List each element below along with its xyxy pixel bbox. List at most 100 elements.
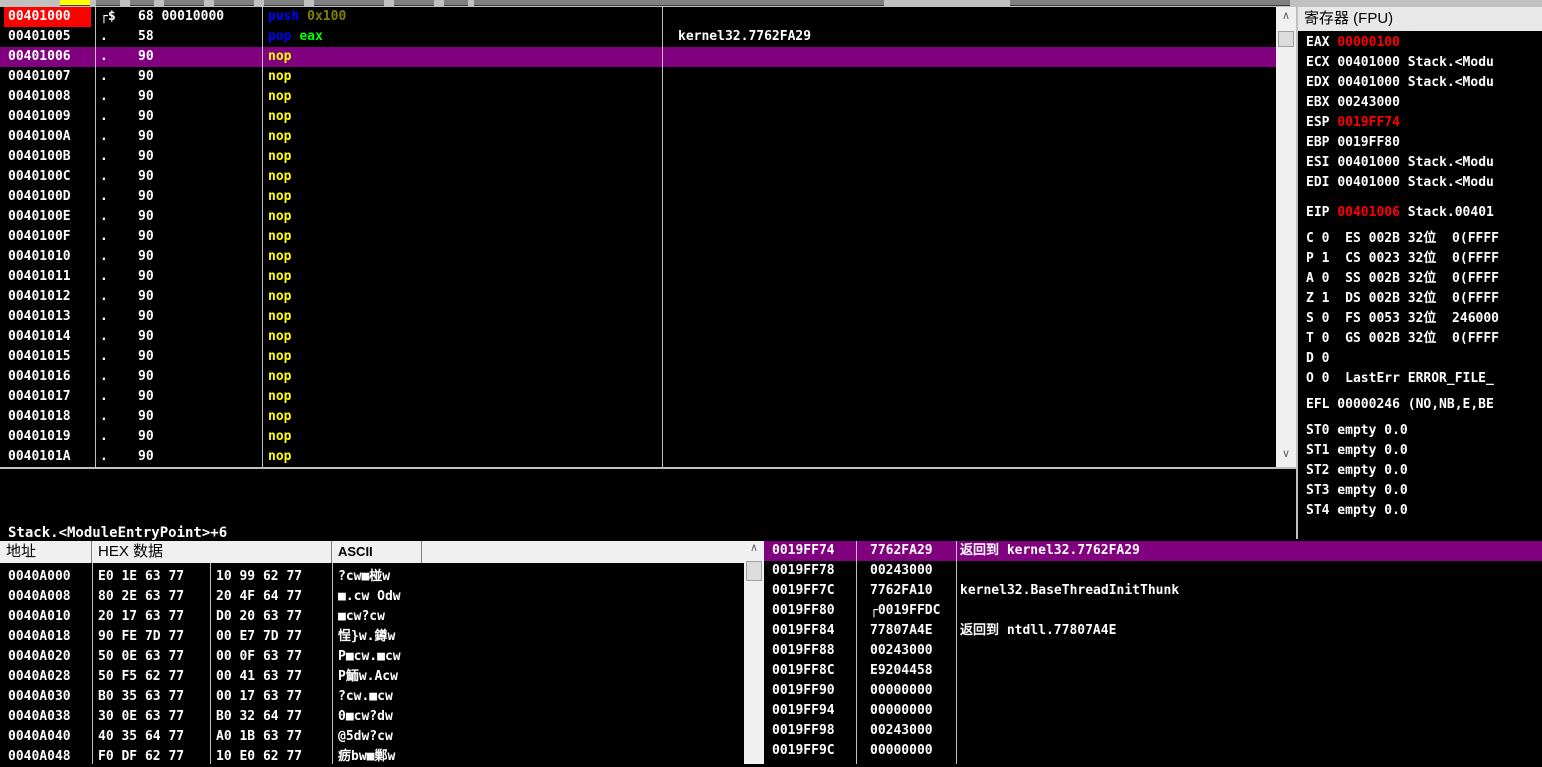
disasm-row[interactable]: 0040100C. 90 nop bbox=[0, 167, 1276, 187]
flag-line[interactable]: A 0 SS 002B 32位 0(FFFF bbox=[1306, 269, 1499, 289]
toolbar-button[interactable] bbox=[60, 0, 90, 6]
disassembly-pane[interactable]: 00401000 ┌$ 68 00010000 push 0x100 00401005.… bbox=[0, 7, 1276, 467]
fpu-register[interactable]: ST4 empty 0.0 bbox=[1306, 501, 1408, 521]
disasm-row[interactable]: 0040100F. 90 nop bbox=[0, 227, 1276, 247]
flag-line[interactable]: S 0 FS 0053 32位 246000 bbox=[1306, 309, 1499, 329]
dump-row[interactable]: 0040A008 80 2E 63 77 20 4F 64 77 ■.cw Odw bbox=[0, 587, 744, 607]
disasm-row[interactable]: 00401016. 90 nop bbox=[0, 367, 1276, 387]
toolbar-button[interactable] bbox=[444, 0, 468, 6]
dump-row[interactable]: 0040A048 F0 DF 62 77 10 E0 62 77 疬bw■鄛w bbox=[0, 747, 744, 767]
toolbar-button[interactable] bbox=[394, 0, 434, 6]
dump-hex-group: 80 2E 63 77 bbox=[98, 589, 185, 604]
dump-row[interactable]: 0040A038 30 0E 63 77 B0 32 64 77 0■cw?dw bbox=[0, 707, 744, 727]
dump-row[interactable]: 0040A030 B0 35 63 77 00 17 63 77 ?cw.■cw bbox=[0, 687, 744, 707]
disasm-row[interactable]: 00401006. 90 nop bbox=[0, 47, 1276, 67]
flag-line[interactable]: O 0 LastErr ERROR_FILE_ bbox=[1306, 369, 1494, 389]
toolbar-button[interactable] bbox=[474, 0, 884, 6]
disasm-hex: 90 bbox=[138, 289, 154, 304]
dump-row[interactable]: 0040A020 50 0E 63 77 00 0F 63 77 P■cw.■cw bbox=[0, 647, 744, 667]
stack-row[interactable]: 0019FF90 00000000 bbox=[764, 681, 1542, 701]
disasm-row[interactable]: 00401014. 90 nop bbox=[0, 327, 1276, 347]
dump-row[interactable]: 0040A000 E0 1E 63 77 10 99 62 77 ?cw■椪w bbox=[0, 567, 744, 587]
toolbar-button[interactable] bbox=[96, 0, 120, 6]
register-ebp[interactable]: EBP 0019FF80 bbox=[1306, 133, 1400, 153]
scroll-thumb[interactable] bbox=[1278, 31, 1294, 47]
stack-row[interactable]: 0019FF84 77807A4E 返回到 ntdll.77807A4E bbox=[764, 621, 1542, 641]
stack-row[interactable]: 0019FF74 7762FA29 返回到 kernel32.7762FA29 bbox=[764, 541, 1542, 561]
stack-pane[interactable]: 0019FF74 7762FA29 返回到 kernel32.7762FA29 001… bbox=[764, 541, 1542, 764]
dump-row[interactable]: 0040A040 40 35 64 77 A0 1B 63 77 @5dw?cw bbox=[0, 727, 744, 747]
disasm-column-divider bbox=[262, 7, 263, 467]
fpu-register[interactable]: ST0 empty 0.0 bbox=[1306, 421, 1408, 441]
stack-row[interactable]: 0019FF8C E9204458 bbox=[764, 661, 1542, 681]
scroll-up-arrow-icon[interactable]: ∧ bbox=[744, 541, 764, 559]
registers-pane[interactable]: 寄存器 (FPU) EAX 00000100 ECX 00401000 Stack… bbox=[1296, 7, 1542, 539]
scroll-up-arrow-icon[interactable]: ∧ bbox=[1276, 9, 1296, 27]
scroll-thumb[interactable] bbox=[746, 561, 762, 581]
flag-line[interactable]: Z 1 DS 002B 32位 0(FFFF bbox=[1306, 289, 1499, 309]
toolbar-button[interactable] bbox=[264, 0, 304, 6]
disasm-row[interactable]: 00401000 ┌$ 68 00010000 push 0x100 bbox=[0, 7, 1276, 27]
disasm-hex: 58 bbox=[138, 29, 154, 44]
stack-row[interactable]: 0019FF9C 00000000 bbox=[764, 741, 1542, 761]
toolbar-button[interactable] bbox=[1010, 0, 1290, 6]
stack-row[interactable]: 0019FF88 00243000 bbox=[764, 641, 1542, 661]
flag-line[interactable]: T 0 GS 002B 32位 0(FFFF bbox=[1306, 329, 1499, 349]
register-edx[interactable]: EDX 00401000 Stack.<Modu bbox=[1306, 73, 1494, 93]
fpu-register[interactable]: ST2 empty 0.0 bbox=[1306, 461, 1408, 481]
disasm-row[interactable]: 0040101A. 90 nop bbox=[0, 447, 1276, 467]
toolbar-button[interactable] bbox=[130, 0, 154, 6]
scroll-down-arrow-icon[interactable]: ∨ bbox=[1276, 447, 1296, 465]
dump-row[interactable]: 0040A018 90 FE 7D 77 00 E7 7D 77 悜}w.鐏w bbox=[0, 627, 744, 647]
dump-header-ascii[interactable]: ASCII bbox=[332, 541, 422, 563]
stack-row[interactable]: 0019FF94 00000000 bbox=[764, 701, 1542, 721]
disasm-row[interactable]: 00401013. 90 nop bbox=[0, 307, 1276, 327]
disasm-row[interactable]: 00401018. 90 nop bbox=[0, 407, 1276, 427]
disasm-row[interactable]: 0040100B. 90 nop bbox=[0, 147, 1276, 167]
toolbar-button[interactable] bbox=[214, 0, 254, 6]
memory-dump-pane[interactable]: 地址 HEX 数据 ASCII 0040A000 E0 1E 63 77 10 99… bbox=[0, 541, 744, 764]
toolbar-button[interactable] bbox=[164, 0, 204, 6]
disasm-row[interactable]: 00401009. 90 nop bbox=[0, 107, 1276, 127]
register-eax[interactable]: EAX 00000100 bbox=[1306, 33, 1400, 53]
dump-row[interactable]: 0040A028 50 F5 62 77 00 41 63 77 P鮞w.Acw bbox=[0, 667, 744, 687]
registers-header[interactable]: 寄存器 (FPU) bbox=[1298, 7, 1542, 31]
disasm-row[interactable]: 00401011. 90 nop bbox=[0, 267, 1276, 287]
disasm-scrollbar[interactable]: ∧ ∨ bbox=[1276, 7, 1296, 467]
register-esi[interactable]: ESI 00401000 Stack.<Modu bbox=[1306, 153, 1494, 173]
efl-register[interactable]: EFL 00000246 (NO,NB,E,BE bbox=[1306, 395, 1494, 415]
disasm-row[interactable]: 00401010. 90 nop bbox=[0, 247, 1276, 267]
disasm-row[interactable]: 00401005. 58 pop eax kernel32.7762FA29 bbox=[0, 27, 1276, 47]
register-esp[interactable]: ESP 0019FF74 bbox=[1306, 113, 1400, 133]
register-edi[interactable]: EDI 00401000 Stack.<Modu bbox=[1306, 173, 1494, 193]
dump-header-hex[interactable]: HEX 数据 bbox=[92, 541, 332, 563]
dump-row[interactable]: 0040A010 20 17 63 77 D0 20 63 77 ■cw?cw bbox=[0, 607, 744, 627]
register-ecx[interactable]: ECX 00401000 Stack.<Modu bbox=[1306, 53, 1494, 73]
disasm-row[interactable]: 00401015. 90 nop bbox=[0, 347, 1276, 367]
disasm-row[interactable]: 00401007. 90 nop bbox=[0, 67, 1276, 87]
dump-scrollbar[interactable]: ∧ bbox=[744, 541, 764, 764]
disasm-row[interactable]: 0040100D. 90 nop bbox=[0, 187, 1276, 207]
dump-header-address[interactable]: 地址 bbox=[0, 541, 92, 563]
disasm-row[interactable]: 00401017. 90 nop bbox=[0, 387, 1276, 407]
disasm-row[interactable]: 00401019. 90 nop bbox=[0, 427, 1276, 447]
fpu-register[interactable]: ST3 empty 0.0 bbox=[1306, 481, 1408, 501]
disasm-row[interactable]: 00401008. 90 nop bbox=[0, 87, 1276, 107]
stack-row[interactable]: 0019FF98 00243000 bbox=[764, 721, 1542, 741]
flag-line[interactable]: P 1 CS 0023 32位 0(FFFF bbox=[1306, 249, 1499, 269]
disasm-row[interactable]: 00401012. 90 nop bbox=[0, 287, 1276, 307]
fpu-register[interactable]: ST1 empty 0.0 bbox=[1306, 441, 1408, 461]
disasm-hex: 90 bbox=[138, 49, 154, 64]
stack-row[interactable]: 0019FF78 00243000 bbox=[764, 561, 1542, 581]
register-ebx[interactable]: EBX 00243000 bbox=[1306, 93, 1400, 113]
toolbar-button[interactable] bbox=[314, 0, 384, 6]
disasm-mnemonic: nop bbox=[268, 429, 292, 444]
disasm-row[interactable]: 0040100A. 90 nop bbox=[0, 127, 1276, 147]
register-eip[interactable]: EIP 00401006 Stack.00401 bbox=[1306, 203, 1494, 223]
disasm-row[interactable]: 0040100E. 90 nop bbox=[0, 207, 1276, 227]
flag-line[interactable]: C 0 ES 002B 32位 0(FFFF bbox=[1306, 229, 1499, 249]
stack-row[interactable]: 0019FF7C 7762FA10 kernel32.BaseThreadInitT… bbox=[764, 581, 1542, 601]
disasm-operand: eax bbox=[299, 29, 323, 44]
flag-line[interactable]: D 0 bbox=[1306, 349, 1329, 369]
stack-row[interactable]: 0019FF80 ┌0019FFDC bbox=[764, 601, 1542, 621]
